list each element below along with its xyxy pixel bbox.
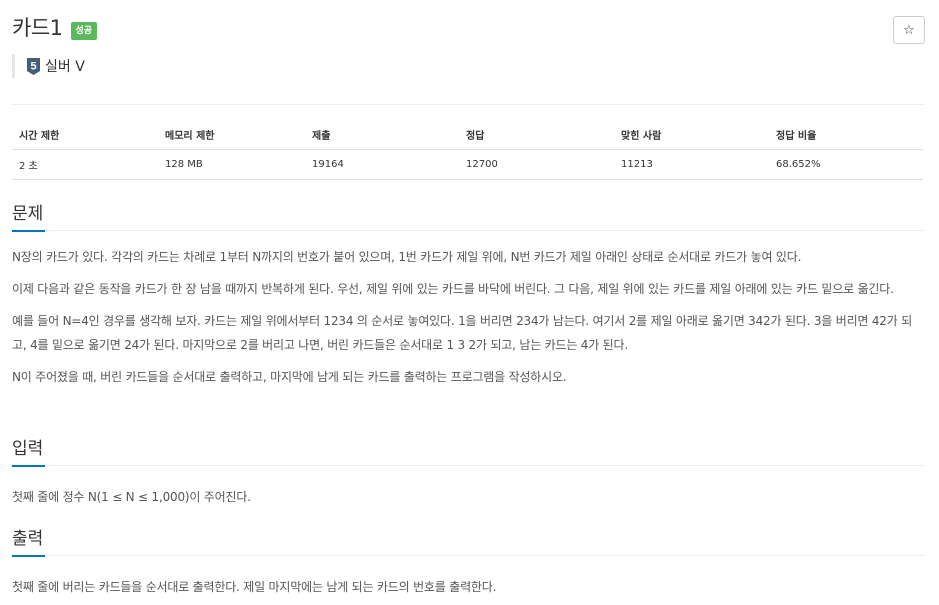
input-title: 입력 bbox=[12, 436, 46, 467]
description-paragraph: N이 주어졌을 때, 버린 카드들을 순서대로 출력하고, 마지막에 남게 되는… bbox=[12, 370, 567, 384]
tier-label: 실버 V bbox=[45, 59, 85, 75]
output-section: 출력 첫째 줄에 버리는 카드들을 순서대로 출력한다. 제일 마지막에는 남게… bbox=[12, 526, 925, 599]
star-icon: ☆ bbox=[903, 22, 915, 38]
stats-header-submissions: 제출 bbox=[305, 121, 459, 150]
stats-memory-limit: 128 MB bbox=[158, 149, 305, 180]
stats-header-ratio: 정답 비율 bbox=[769, 121, 923, 150]
tier-number: 5 bbox=[30, 60, 36, 72]
stats-header-memory-limit: 메모리 제한 bbox=[158, 121, 305, 150]
problem-stats-table: 시간 제한 메모리 제한 제출 정답 맞힌 사람 정답 비율 2 초 128 M… bbox=[12, 121, 923, 180]
input-section: 입력 첫째 줄에 정수 N(1 ≤ N ≤ 1,000)이 주어진다. bbox=[12, 436, 925, 509]
star-button[interactable]: ☆ bbox=[893, 16, 925, 44]
title-row: 카드1 성공 bbox=[12, 14, 925, 42]
input-body: 첫째 줄에 정수 N(1 ≤ N ≤ 1,000)이 주어진다. bbox=[12, 466, 925, 509]
input-header: 입력 bbox=[12, 436, 925, 467]
stats-solved-users: 11213 bbox=[614, 149, 769, 180]
description-paragraph: 예를 들어 N=4인 경우를 생각해 보자. 카드는 제일 위에서부터 1234… bbox=[12, 314, 913, 352]
stats-value-row: 2 초 128 MB 19164 12700 11213 68.652% bbox=[12, 149, 923, 180]
description-section: 문제 N장의 카드가 있다. 각각의 카드는 차례로 1부터 N까지의 번호가 … bbox=[12, 201, 925, 389]
output-body: 첫째 줄에 버리는 카드들을 순서대로 출력한다. 제일 마지막에는 남게 되는… bbox=[12, 556, 925, 599]
stats-header-solved-users: 맞힌 사람 bbox=[614, 121, 769, 150]
description-title: 문제 bbox=[12, 201, 46, 232]
stats-submissions: 19164 bbox=[305, 149, 459, 180]
tier-info: 5 실버 V bbox=[12, 54, 85, 78]
input-paragraph: 첫째 줄에 정수 N(1 ≤ N ≤ 1,000)이 주어진다. bbox=[12, 490, 251, 504]
description-paragraph: N장의 카드가 있다. 각각의 카드는 차례로 1부터 N까지의 번호가 붙어 … bbox=[12, 250, 802, 264]
output-title: 출력 bbox=[12, 526, 46, 557]
stats-header-time-limit: 시간 제한 bbox=[12, 121, 158, 150]
description-paragraph: 이제 다음과 같은 동작을 카드가 한 장 남을 때까지 반복하게 된다. 우선… bbox=[12, 282, 894, 296]
description-header: 문제 bbox=[12, 201, 925, 232]
stats-header-row: 시간 제한 메모리 제한 제출 정답 맞힌 사람 정답 비율 bbox=[12, 121, 923, 150]
description-body: N장의 카드가 있다. 각각의 카드는 차례로 1부터 N까지의 번호가 붙어 … bbox=[12, 231, 925, 389]
stats-header-accepted: 정답 bbox=[459, 121, 614, 150]
header-divider bbox=[12, 104, 925, 105]
problem-header: 카드1 성공 ☆ 5 실버 V bbox=[12, 14, 925, 104]
tier-badge-icon: 5 bbox=[27, 57, 40, 75]
problem-title: 카드1 bbox=[12, 16, 63, 40]
status-badge: 성공 bbox=[70, 21, 98, 40]
stats-ratio: 68.652% bbox=[769, 149, 923, 180]
output-paragraph: 첫째 줄에 버리는 카드들을 순서대로 출력한다. 제일 마지막에는 남게 되는… bbox=[12, 580, 497, 594]
stats-time-limit: 2 초 bbox=[12, 149, 158, 180]
stats-accepted: 12700 bbox=[459, 149, 614, 180]
output-header: 출력 bbox=[12, 526, 925, 557]
